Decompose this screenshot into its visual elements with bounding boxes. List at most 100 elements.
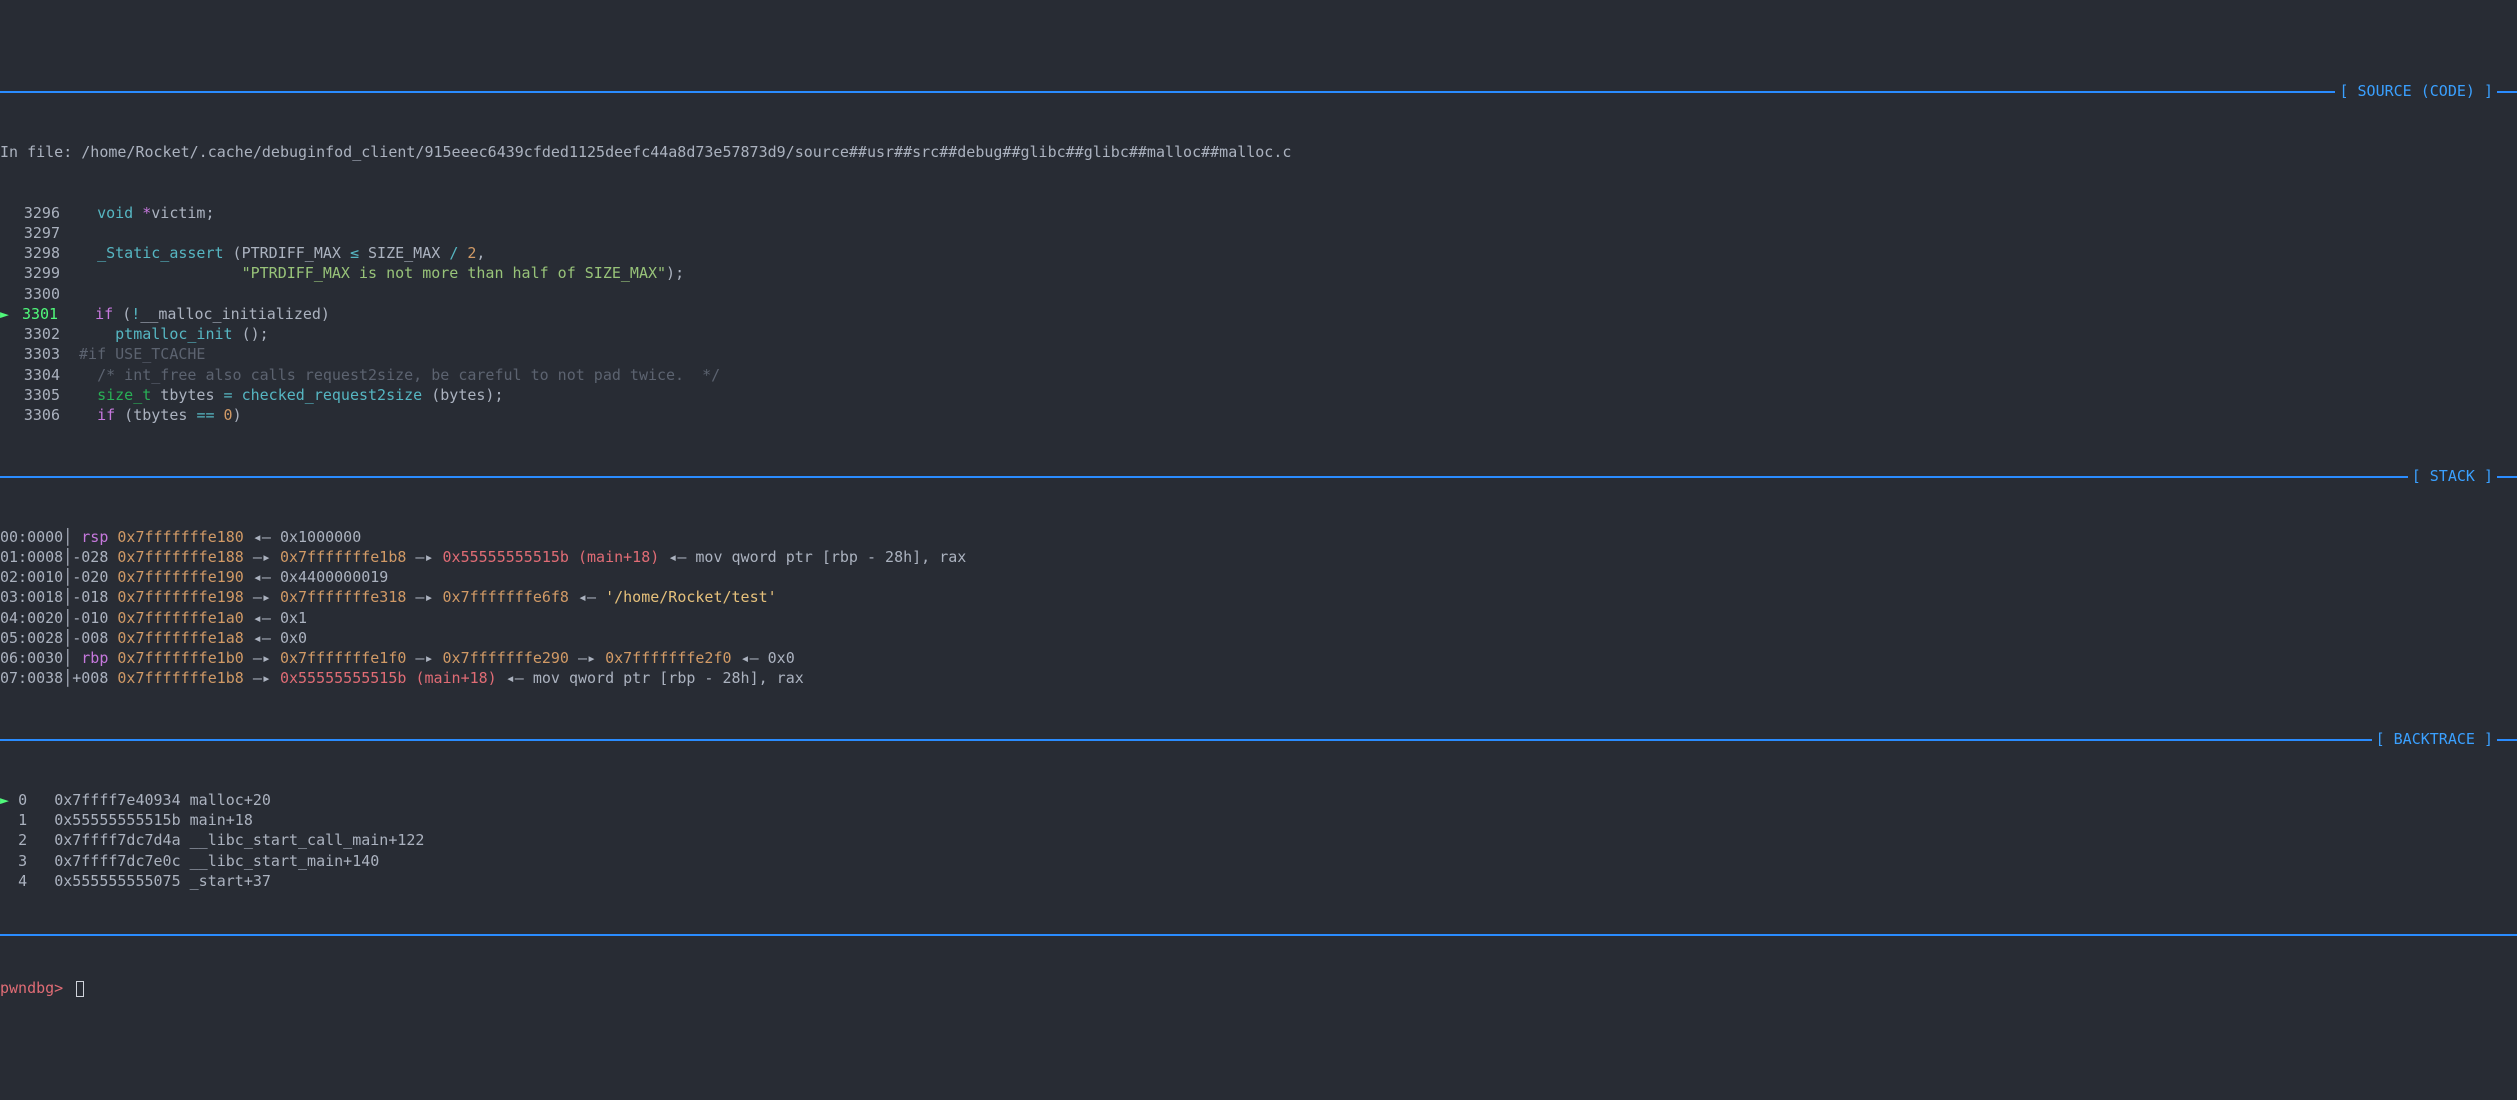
code-token xyxy=(79,386,97,404)
stack-token: mov qword ptr [rbp - 28h], rax xyxy=(695,548,966,566)
frame-symbol: _start+37 xyxy=(190,872,271,890)
frame-index: 0 xyxy=(18,791,54,809)
stack-divider: │ xyxy=(63,649,72,667)
line-number: 3302 xyxy=(0,324,70,344)
stack-token: ◂— xyxy=(569,588,605,606)
stack-token: 0x7fffffffe188 xyxy=(117,548,243,566)
stack-token: 0x4400000019 xyxy=(280,568,388,586)
source-line: 3297 xyxy=(0,223,2517,243)
rule-right xyxy=(2497,739,2517,741)
stack-row: 04:0020│-010 0x7fffffffe1a0 ◂— 0x1 xyxy=(0,608,2517,628)
source-line: 3299 "PTRDIFF_MAX is not more than half … xyxy=(0,263,2517,283)
source-line: 3298 _Static_assert (PTRDIFF_MAX ≤ SIZE_… xyxy=(0,243,2517,263)
stack-index: 03:0018 xyxy=(0,588,63,606)
stack-token: 0x7fffffffe290 xyxy=(443,649,569,667)
stack-offset: +008 xyxy=(72,669,117,687)
code-token xyxy=(79,264,242,282)
current-line-marker: ► xyxy=(0,305,18,323)
section-title-source: [ SOURCE (CODE) ] xyxy=(2335,81,2497,101)
stack-token: (main+18) xyxy=(415,669,496,687)
stack-offset: -020 xyxy=(72,568,117,586)
stack-offset: -008 xyxy=(72,629,117,647)
source-code-block: 3296 void *victim;3297 3298 _Static_asse… xyxy=(0,203,2517,426)
stack-token: (main+18) xyxy=(578,548,659,566)
backtrace-frame: 2 0x7ffff7dc7d4a __libc_start_call_main+… xyxy=(0,830,2517,850)
frame-symbol: __libc_start_call_main+122 xyxy=(190,831,425,849)
stack-divider: │ xyxy=(63,528,72,546)
stack-index: 07:0038 xyxy=(0,669,63,687)
stack-token: —▸ xyxy=(569,649,605,667)
frame-address: 0x555555555075 xyxy=(54,872,180,890)
frame-address: 0x7ffff7dc7d4a xyxy=(54,831,180,849)
register-name: rsp xyxy=(72,528,117,546)
code-token: checked_request2size xyxy=(242,386,423,404)
frame-address: 0x7ffff7e40934 xyxy=(54,791,180,809)
code-token: victim; xyxy=(151,204,214,222)
code-token: * xyxy=(142,204,151,222)
stack-token: ◂— xyxy=(732,649,768,667)
line-number: 3305 xyxy=(0,385,70,405)
frame-address: 0x55555555515b xyxy=(54,811,180,829)
frame-symbol: malloc+20 xyxy=(190,791,271,809)
code-token: == xyxy=(196,406,214,424)
stack-token: —▸ xyxy=(244,588,280,606)
stack-row: 00:0000│ rsp 0x7fffffffe180 ◂— 0x1000000 xyxy=(0,527,2517,547)
rule-left xyxy=(0,739,2372,741)
stack-divider: │ xyxy=(63,548,72,566)
backtrace-frame: 4 0x555555555075 _start+37 xyxy=(0,871,2517,891)
code-token: (); xyxy=(233,325,269,343)
code-token: if xyxy=(97,406,115,424)
code-token: size_t xyxy=(97,386,151,404)
stack-token: 0x7fffffffe1a0 xyxy=(117,609,243,627)
frame-address: 0x7ffff7dc7e0c xyxy=(54,852,180,870)
stack-token: '/home/Rocket/test' xyxy=(605,588,777,606)
code-token: void xyxy=(79,204,142,222)
section-header-source: [ SOURCE (CODE) ] xyxy=(0,81,2517,101)
line-number: 3300 xyxy=(0,284,70,304)
frame-index: 1 xyxy=(18,811,54,829)
source-line: 3296 void *victim; xyxy=(0,203,2517,223)
code-token: tbytes xyxy=(151,386,223,404)
stack-token: 0x7fffffffe1b8 xyxy=(280,548,406,566)
bottom-rule xyxy=(0,934,2517,936)
line-number: 3306 xyxy=(0,405,70,425)
stack-token: 0x55555555515b xyxy=(443,548,569,566)
stack-row: 01:0008│-028 0x7fffffffe188 —▸ 0x7ffffff… xyxy=(0,547,2517,567)
stack-offset: -028 xyxy=(72,548,117,566)
stack-divider: │ xyxy=(63,568,72,586)
stack-token: 0x1000000 xyxy=(280,528,361,546)
code-token xyxy=(79,244,97,262)
stack-index: 06:0030 xyxy=(0,649,63,667)
code-token: __malloc_initialized) xyxy=(140,305,330,323)
stack-token: 0x0 xyxy=(280,629,307,647)
stack-token: 0x7fffffffe190 xyxy=(117,568,243,586)
code-token: ) xyxy=(233,406,242,424)
source-line: 3304 /* int_free also calls request2size… xyxy=(0,365,2517,385)
prompt-line[interactable]: pwndbg> xyxy=(0,978,2517,998)
stack-row: 03:0018│-018 0x7fffffffe198 —▸ 0x7ffffff… xyxy=(0,587,2517,607)
line-number: 3298 xyxy=(0,243,70,263)
stack-token: 0x7fffffffe2f0 xyxy=(605,649,731,667)
stack-index: 00:0000 xyxy=(0,528,63,546)
stack-token: ◂— xyxy=(244,528,280,546)
frame-marker: ► xyxy=(0,791,18,809)
frame-marker xyxy=(0,831,18,849)
stack-token: 0x0 xyxy=(768,649,795,667)
stack-token: 0x55555555515b xyxy=(280,669,406,687)
stack-divider: │ xyxy=(63,588,72,606)
source-line: 3300 xyxy=(0,284,2517,304)
frame-marker xyxy=(0,811,18,829)
code-token: , xyxy=(476,244,485,262)
frame-marker xyxy=(0,872,18,890)
code-token: ≤ xyxy=(350,244,359,262)
source-line: 3305 size_t tbytes = checked_request2siz… xyxy=(0,385,2517,405)
rule-right xyxy=(2497,91,2517,93)
code-token: ( xyxy=(113,305,131,323)
backtrace-frame: ► 0 0x7ffff7e40934 malloc+20 xyxy=(0,790,2517,810)
stack-token: 0x1 xyxy=(280,609,307,627)
stack-token: 0x7fffffffe318 xyxy=(280,588,406,606)
line-number: 3297 xyxy=(0,223,70,243)
source-file-line: In file: /home/Rocket/.cache/debuginfod_… xyxy=(0,142,2517,162)
frame-symbol: main+18 xyxy=(190,811,253,829)
section-title-backtrace: [ BACKTRACE ] xyxy=(2372,729,2497,749)
